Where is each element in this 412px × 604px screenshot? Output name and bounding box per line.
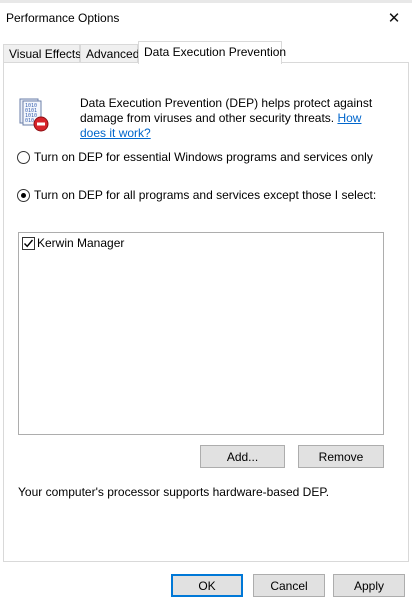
checkmark-icon <box>23 239 34 247</box>
radio-essential-label: Turn on DEP for essential Windows progra… <box>34 150 373 164</box>
dep-exceptions-list[interactable]: Kerwin Manager <box>18 232 384 435</box>
svg-text:010: 010 <box>25 118 34 124</box>
dep-description-text: Data Execution Prevention (DEP) helps pr… <box>80 96 373 125</box>
add-button[interactable]: Add... <box>200 445 285 468</box>
exception-name: Kerwin Manager <box>37 236 125 250</box>
apply-button[interactable]: Apply <box>333 574 405 597</box>
remove-button[interactable]: Remove <box>298 445 384 468</box>
tab-advanced[interactable]: Advanced <box>80 44 139 63</box>
ok-button[interactable]: OK <box>171 574 243 597</box>
tab-data-execution-prevention[interactable]: Data Execution Prevention <box>138 41 286 64</box>
radio-all-except-selected[interactable]: Turn on DEP for all programs and service… <box>17 188 376 202</box>
exception-checkbox[interactable] <box>22 236 35 250</box>
close-icon: ✕ <box>387 10 401 27</box>
title-bar: Performance Options ✕ <box>0 3 412 33</box>
radio-all-indicator[interactable] <box>17 188 30 202</box>
radio-essential-only[interactable]: Turn on DEP for essential Windows progra… <box>17 150 373 164</box>
dep-shield-icon: 1010 0101 1010 010 <box>16 97 50 133</box>
radio-all-label: Turn on DEP for all programs and service… <box>34 188 377 202</box>
cancel-button[interactable]: Cancel <box>253 574 325 597</box>
hardware-dep-status: Your computer's processor supports hardw… <box>18 485 330 499</box>
close-button[interactable]: ✕ <box>376 3 412 33</box>
list-item[interactable]: Kerwin Manager <box>22 236 124 250</box>
radio-essential-indicator[interactable] <box>17 150 30 164</box>
window-title: Performance Options <box>6 11 120 25</box>
tab-visual-effects[interactable]: Visual Effects <box>3 44 81 63</box>
dep-description: Data Execution Prevention (DEP) helps pr… <box>80 96 390 141</box>
tab-bar: Visual Effects Advanced Data Execution P… <box>0 41 412 64</box>
